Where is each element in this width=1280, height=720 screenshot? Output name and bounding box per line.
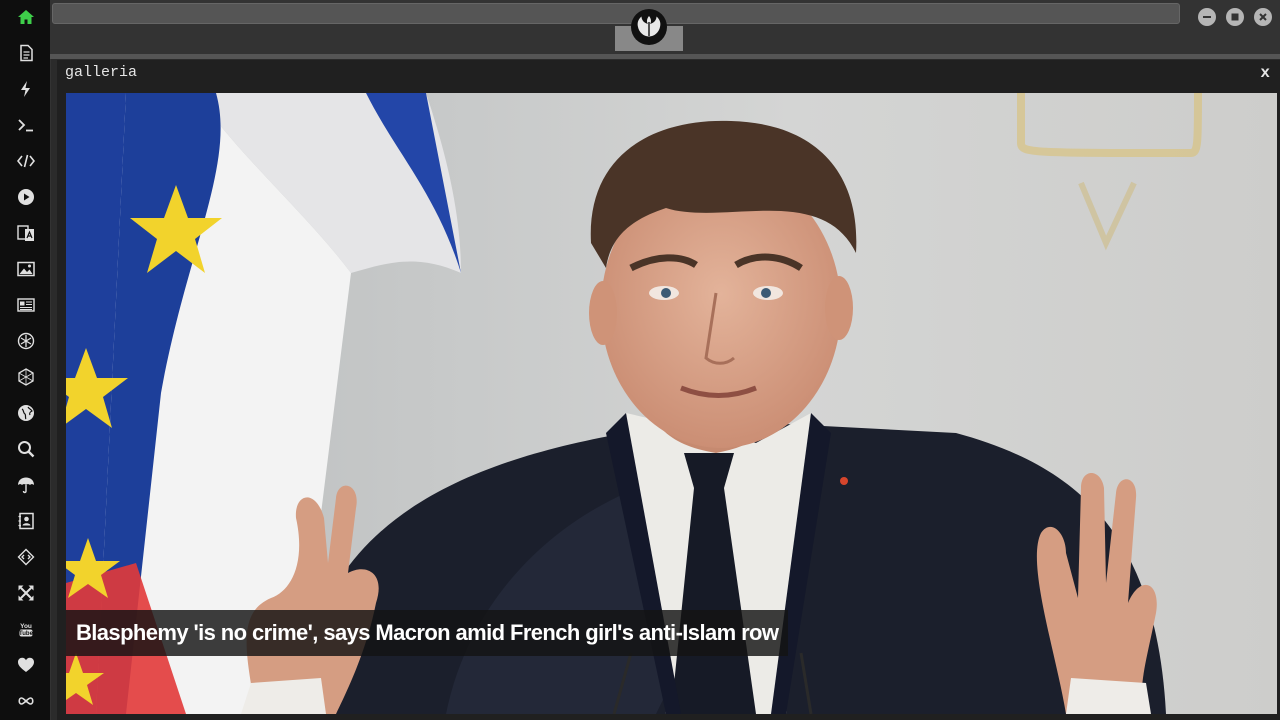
- close-icon[interactable]: [1254, 8, 1272, 26]
- heart-icon[interactable]: [13, 652, 39, 678]
- address-bar[interactable]: [52, 3, 1180, 24]
- globe-icon[interactable]: [13, 400, 39, 426]
- rebel-alliance-logo-icon[interactable]: [631, 9, 667, 45]
- hexagon-grid-icon[interactable]: [13, 364, 39, 390]
- play-icon[interactable]: [13, 184, 39, 210]
- maximize-icon[interactable]: [1226, 8, 1244, 26]
- youtube-icon[interactable]: You Tube: [13, 616, 39, 642]
- top-bar: [50, 0, 1280, 54]
- panel-title: galleria: [65, 64, 138, 81]
- svg-text:Tube: Tube: [19, 631, 34, 637]
- home-icon[interactable]: [13, 4, 39, 30]
- minimize-icon[interactable]: [1198, 8, 1216, 26]
- photo-caption: Blasphemy 'is no crime', says Macron ami…: [66, 610, 789, 656]
- terminal-icon[interactable]: [13, 112, 39, 138]
- sidebar: You Tube: [0, 0, 51, 720]
- infinity-cloud-icon[interactable]: [13, 688, 39, 714]
- lightning-icon[interactable]: [13, 76, 39, 102]
- code-icon[interactable]: [13, 148, 39, 174]
- image-icon[interactable]: [13, 256, 39, 282]
- gallery-photo[interactable]: Blasphemy 'is no crime', says Macron ami…: [66, 93, 1277, 714]
- newspaper-icon[interactable]: [13, 292, 39, 318]
- umbrella-icon[interactable]: [13, 472, 39, 498]
- search-icon[interactable]: [13, 436, 39, 462]
- diamond-code-icon[interactable]: [13, 544, 39, 570]
- document-icon[interactable]: [13, 40, 39, 66]
- tab-strip: [50, 54, 1280, 59]
- translate-icon[interactable]: [13, 220, 39, 246]
- rebel-alliance-icon[interactable]: [13, 328, 39, 354]
- expand-icon[interactable]: [13, 580, 39, 606]
- svg-text:You: You: [20, 623, 32, 630]
- panel-close-button[interactable]: x: [1260, 64, 1270, 82]
- contacts-icon[interactable]: [13, 508, 39, 534]
- galleria-panel: galleria x Blasphemy 'is no crime', says…: [57, 60, 1280, 720]
